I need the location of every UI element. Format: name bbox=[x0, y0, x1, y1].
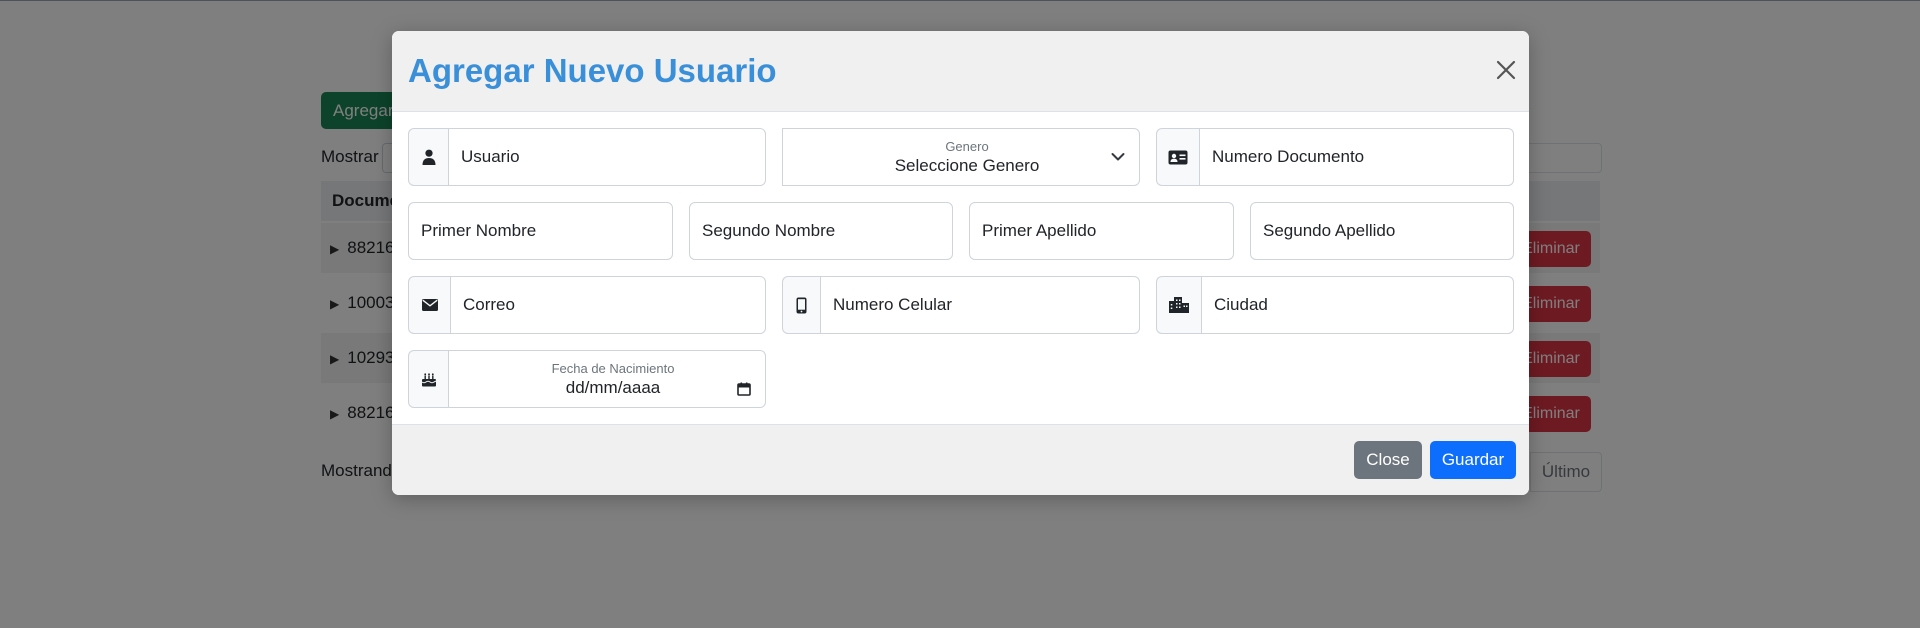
numero-documento-input[interactable]: Numero Documento bbox=[1199, 128, 1514, 186]
add-user-modal: Agregar Nuevo Usuario Usuario Genero Sel… bbox=[392, 31, 1529, 495]
genero-select[interactable]: Genero Seleccione Genero bbox=[782, 128, 1140, 186]
correo-input[interactable]: Correo bbox=[450, 276, 766, 334]
segundo-nombre-group: Segundo Nombre bbox=[689, 202, 953, 260]
nacimiento-group: Fecha de Nacimiento dd/mm/aaaa bbox=[408, 350, 766, 408]
fecha-nacimiento-input[interactable]: Fecha de Nacimiento dd/mm/aaaa bbox=[448, 350, 766, 408]
primer-apellido-group: Primer Apellido bbox=[969, 202, 1234, 260]
segundo-nombre-input[interactable]: Segundo Nombre bbox=[689, 202, 953, 260]
id-card-icon bbox=[1156, 128, 1199, 186]
calendar-icon[interactable] bbox=[737, 382, 751, 396]
chevron-down-icon bbox=[1111, 153, 1125, 161]
fecha-nacimiento-label: Fecha de Nacimiento bbox=[551, 360, 675, 376]
modal-header: Agregar Nuevo Usuario bbox=[392, 31, 1529, 112]
city-icon bbox=[1156, 276, 1201, 334]
mobile-phone-icon bbox=[782, 276, 820, 334]
primer-apellido-input[interactable]: Primer Apellido bbox=[969, 202, 1234, 260]
genero-label: Genero bbox=[945, 138, 989, 154]
primer-nombre-input[interactable]: Primer Nombre bbox=[408, 202, 673, 260]
correo-group: Correo bbox=[408, 276, 766, 334]
close-icon[interactable] bbox=[1495, 59, 1517, 81]
numero-celular-input[interactable]: Numero Celular bbox=[820, 276, 1140, 334]
envelope-icon bbox=[408, 276, 450, 334]
segundo-apellido-input[interactable]: Segundo Apellido bbox=[1250, 202, 1514, 260]
usuario-group: Usuario bbox=[408, 128, 766, 186]
modal-footer: Close Guardar bbox=[392, 424, 1529, 495]
genero-group: Genero Seleccione Genero bbox=[782, 128, 1140, 186]
user-icon bbox=[408, 128, 448, 186]
documento-group: Numero Documento bbox=[1156, 128, 1514, 186]
modal-title: Agregar Nuevo Usuario bbox=[408, 52, 777, 89]
genero-value: Seleccione Genero bbox=[894, 155, 1040, 175]
ciudad-input[interactable]: Ciudad bbox=[1201, 276, 1514, 334]
modal-body: Usuario Genero Seleccione Genero Numero … bbox=[392, 112, 1529, 456]
celular-group: Numero Celular bbox=[782, 276, 1140, 334]
save-button[interactable]: Guardar bbox=[1430, 441, 1516, 479]
primer-nombre-group: Primer Nombre bbox=[408, 202, 673, 260]
segundo-apellido-group: Segundo Apellido bbox=[1250, 202, 1514, 260]
fecha-nacimiento-value: dd/mm/aaaa bbox=[565, 377, 661, 397]
usuario-input[interactable]: Usuario bbox=[448, 128, 766, 186]
birthday-cake-icon bbox=[408, 350, 448, 408]
close-button[interactable]: Close bbox=[1354, 441, 1422, 479]
ciudad-group: Ciudad bbox=[1156, 276, 1514, 334]
